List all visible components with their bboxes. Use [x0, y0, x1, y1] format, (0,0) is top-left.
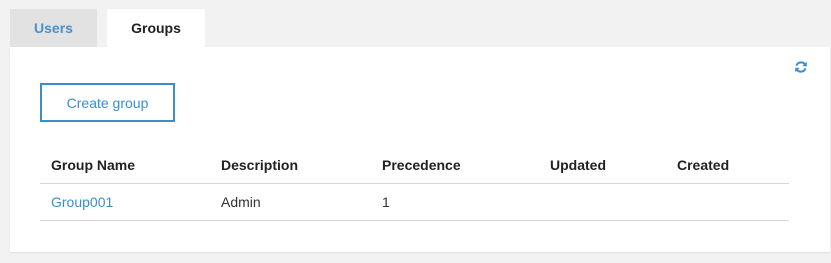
group-description: Admin [221, 194, 261, 210]
column-header-precedence[interactable]: Precedence [382, 147, 461, 184]
group-name-link[interactable]: Group001 [51, 184, 113, 221]
tab-users[interactable]: Users [10, 9, 97, 47]
column-header-group-name[interactable]: Group Name [51, 147, 135, 184]
group-precedence: 1 [382, 194, 390, 210]
refresh-icon[interactable] [794, 60, 808, 74]
create-group-button[interactable]: Create group [40, 83, 175, 122]
column-header-created[interactable]: Created [677, 147, 729, 184]
groups-panel: Create group Group Name Description Prec… [10, 47, 830, 252]
tab-groups-label: Groups [131, 20, 181, 36]
tab-groups[interactable]: Groups [107, 9, 205, 47]
table-header-row: Group Name Description Precedence Update… [40, 147, 789, 184]
groups-table: Group Name Description Precedence Update… [40, 147, 789, 221]
tab-bar: Users Groups [10, 9, 205, 47]
column-header-description[interactable]: Description [221, 147, 298, 184]
table-row: Group001 Admin 1 [40, 184, 789, 221]
tab-users-label: Users [34, 20, 73, 36]
column-header-updated[interactable]: Updated [550, 147, 606, 184]
